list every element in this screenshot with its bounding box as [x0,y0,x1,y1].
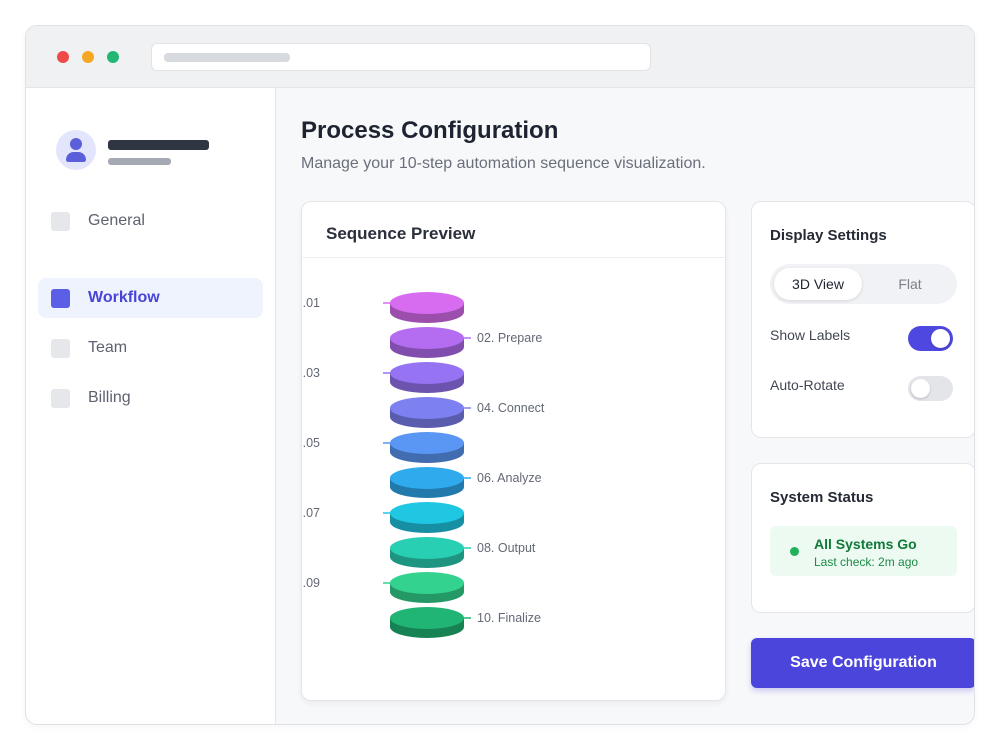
disc-top [390,467,464,489]
sequence-step-8[interactable] [390,537,464,568]
sequence-step-3[interactable] [390,362,464,393]
billing-icon [51,389,70,408]
view-flat-option[interactable]: Flat [866,268,954,300]
disc-top [390,502,464,524]
status-headline: All Systems Go [814,536,917,552]
page-title: Process Configuration [301,117,559,144]
sequence-step-10[interactable] [390,607,464,638]
general-icon [51,212,70,231]
sidebar-item-label: Workflow [88,289,160,306]
status-dot-icon [790,547,799,556]
user-icon-head [70,138,82,150]
sidebar-item-billing[interactable]: Billing [38,378,263,418]
sidebar-item-label: Billing [88,389,131,406]
status-last-check: Last check: 2m ago [814,555,919,569]
page-subtitle: Manage your 10-step automation sequence … [301,155,706,172]
card-title: System Status [770,489,874,506]
step-label: Process .07 [302,506,320,520]
disc-top [390,607,464,629]
close-window-dot[interactable] [57,51,69,63]
show-labels-label: Show Labels [770,327,851,343]
toggle-knob [931,329,950,348]
step-label: Start .01 [302,296,320,310]
step-label: Review .09 [302,576,320,590]
workflow-icon [51,289,70,308]
title-bar [26,26,974,88]
display-settings-card: Display Settings 3D View Flat Show Label… [751,201,974,438]
disc-top [390,397,464,419]
step-label: Verify .05 [302,436,320,450]
sequence-step-2[interactable] [390,327,464,358]
sequence-step-1[interactable] [390,292,464,323]
avatar[interactable] [56,130,96,170]
step-label: 10. Finalize [477,611,541,625]
sequence-stack: Start .01 02. Prepare Sync .03 04. Connect V… [302,292,545,638]
sidebar-item-general[interactable]: General [38,201,263,241]
user-role-placeholder [108,158,171,165]
disc-top [390,327,464,349]
disc-top [390,362,464,384]
disc-top [390,432,464,454]
status-badge: All Systems Go Last check: 2m ago [770,526,957,576]
save-configuration-button[interactable]: Save Configuration [751,638,974,688]
sequence-preview-card: Sequence Preview Start .0102. PrepareSyn… [301,201,726,701]
sidebar-item-label: General [88,212,145,229]
show-labels-toggle[interactable] [908,326,953,351]
sequence-step-7[interactable] [390,502,464,533]
disc-top [390,572,464,594]
toggle-knob [911,379,930,398]
address-placeholder [164,53,290,62]
step-label: 06. Analyze [477,471,542,485]
system-status-card: System Status All Systems Go Last check:… [751,463,974,613]
user-name-placeholder [108,140,209,150]
disc-top [390,537,464,559]
auto-rotate-toggle[interactable] [908,376,953,401]
team-icon [51,339,70,358]
sidebar-item-label: Team [88,339,128,356]
browser-window: General Workflow Team Billing Process Co… [25,25,975,725]
maximize-window-dot[interactable] [107,51,119,63]
auto-rotate-label: Auto-Rotate [770,377,845,393]
card-title: Display Settings [770,227,887,244]
sidebar: General Workflow Team Billing [26,88,276,724]
disc-top [390,292,464,314]
step-label: 04. Connect [477,401,545,415]
view-3d-option[interactable]: 3D View [774,268,862,300]
sidebar-item-workflow[interactable]: Workflow [38,278,263,318]
minimize-window-dot[interactable] [82,51,94,63]
address-bar[interactable] [151,43,651,71]
user-icon-body [66,152,86,162]
step-label: 08. Output [477,541,536,555]
sequence-step-5[interactable] [390,432,464,463]
view-mode-switch: 3D View Flat [770,264,957,304]
step-label: 02. Prepare [477,331,542,345]
sequence-step-6[interactable] [390,467,464,498]
sequence-step-4[interactable] [390,397,464,428]
sidebar-item-team[interactable]: Team [38,328,263,368]
step-label: Sync .03 [302,366,320,380]
sequence-step-9[interactable] [390,572,464,603]
